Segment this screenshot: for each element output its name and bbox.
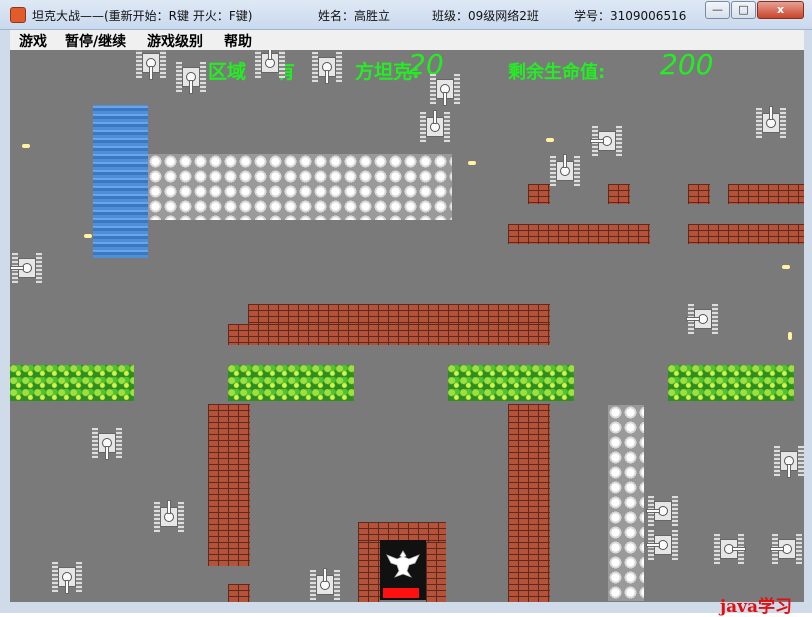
hud-life-label: 剩余生命值:: [508, 62, 606, 83]
enemy-tank: [310, 50, 344, 84]
brick-wall: [608, 184, 630, 204]
bullet: [546, 138, 554, 142]
enemy-tank: [754, 106, 788, 140]
brick-wall: [728, 184, 804, 204]
menu-game-level[interactable]: 游戏级别: [147, 31, 203, 51]
brick-wall: [528, 184, 550, 204]
enemy-tank: [50, 560, 84, 594]
enemy-tank: [686, 302, 720, 336]
enemy-tank: [10, 251, 44, 285]
enemy-tank: [772, 444, 804, 478]
bullet: [468, 161, 476, 165]
menu-help[interactable]: 帮助: [224, 31, 252, 51]
enemy-tank: [590, 124, 624, 158]
enemy-tank: [548, 154, 582, 188]
student-id: 学号：3109006516: [574, 9, 687, 23]
brick-wall: [248, 304, 550, 324]
enemy-tank: [428, 72, 462, 106]
app-icon: [10, 7, 26, 23]
grass-patch: [10, 365, 134, 401]
brick-wall: [358, 542, 380, 602]
grass-patch: [228, 365, 354, 401]
brick-wall: [688, 224, 804, 244]
enemy-tank: [308, 568, 342, 602]
enemy-tank: [174, 60, 208, 94]
enemy-tank: [253, 50, 287, 80]
window-title: 坦克大战——(重新开始：R键 开火：F键): [32, 9, 253, 23]
window-frame-left: [0, 30, 10, 613]
maximize-button[interactable]: □: [731, 1, 756, 19]
base-health-bar: [383, 588, 419, 598]
enemy-tank: [646, 528, 680, 562]
steel-wall: [148, 154, 452, 220]
enemy-tank: [152, 500, 186, 534]
brick-wall: [508, 224, 650, 244]
water-block: [93, 105, 148, 258]
watermark: java学习: [720, 597, 793, 617]
student-name: 姓名：高胜立: [318, 9, 391, 23]
minimize-button[interactable]: —: [705, 1, 730, 19]
window-frame-right: [804, 30, 812, 613]
enemy-tank: [134, 50, 168, 80]
hud-enemy-label-part1: 区域: [208, 61, 247, 83]
student-class: 班级：09级网络2班: [432, 9, 539, 23]
brick-wall: [358, 522, 446, 542]
bullet: [84, 234, 92, 238]
brick-wall: [228, 324, 550, 345]
game-field[interactable]: 区域 有 方坦克: 20 剩余生命值: 200: [10, 50, 804, 602]
brick-wall: [688, 184, 710, 204]
enemy-tank: [646, 494, 680, 528]
close-button[interactable]: x: [757, 1, 804, 19]
window-frame-bottom: [10, 602, 804, 613]
bullet: [782, 265, 790, 269]
menu-game[interactable]: 游戏: [19, 31, 47, 51]
enemy-tank: [90, 426, 124, 460]
steel-wall: [608, 405, 644, 601]
brick-wall: [508, 404, 550, 602]
brick-wall: [228, 584, 250, 602]
grass-patch: [668, 365, 794, 401]
enemy-tank: [770, 532, 804, 566]
brick-wall: [426, 542, 446, 602]
menu-bar: 游戏 暂停/继续 游戏级别 帮助: [10, 30, 804, 51]
brick-wall: [208, 404, 250, 566]
enemy-tank: [712, 532, 746, 566]
bullet: [22, 144, 30, 148]
eagle-icon: [386, 550, 420, 578]
enemy-tank: [418, 110, 452, 144]
title-bar: 坦克大战——(重新开始：R键 开火：F键) 姓名：高胜立 班级：09级网络2班 …: [0, 0, 812, 30]
hud-life-value: 200: [660, 50, 714, 81]
grass-patch: [448, 365, 574, 401]
bullet: [788, 332, 792, 340]
menu-pause-resume[interactable]: 暂停/继续: [65, 31, 126, 51]
